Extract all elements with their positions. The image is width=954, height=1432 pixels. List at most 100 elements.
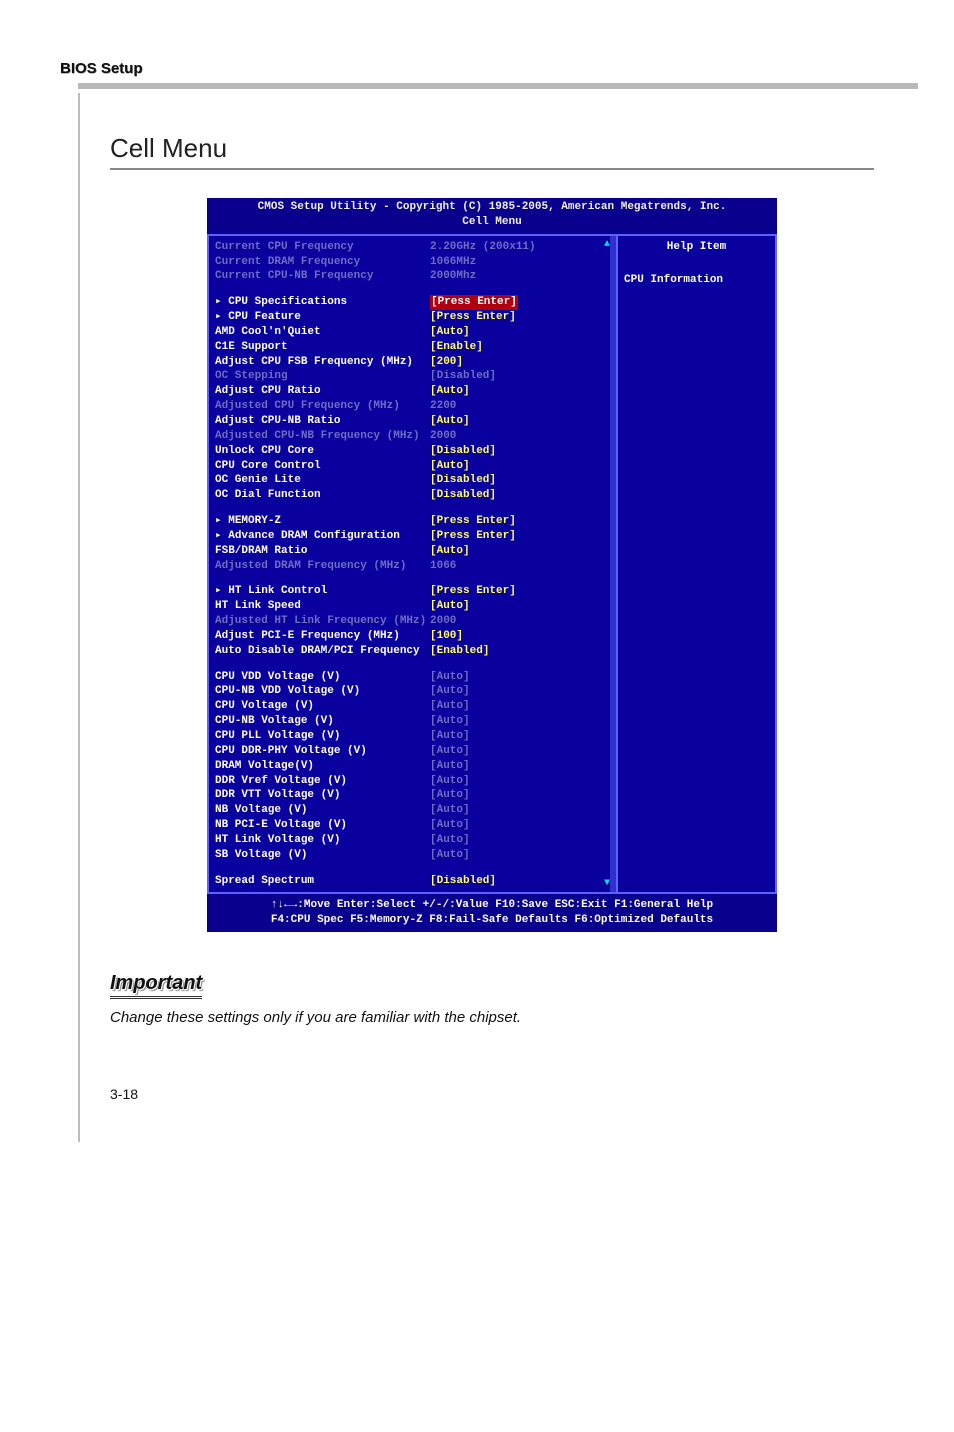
setting-value[interactable]: [Auto] — [430, 818, 470, 833]
setting-value[interactable]: [Press Enter] — [430, 584, 516, 599]
setting-value[interactable]: [Press Enter] — [430, 295, 518, 310]
setting-label: SB Voltage (V) — [215, 848, 430, 863]
setting-value[interactable]: [Enable] — [430, 340, 483, 355]
setting-row[interactable]: ▸ CPU Specifications[Press Enter] — [215, 295, 614, 310]
setting-row[interactable]: DDR VTT Voltage (V)[Auto] — [215, 788, 614, 803]
setting-value[interactable]: [Disabled] — [430, 444, 496, 459]
setting-value[interactable]: [Press Enter] — [430, 310, 516, 325]
setting-row[interactable]: FSB/DRAM Ratio[Auto] — [215, 544, 614, 559]
page-header: BIOS Setup — [60, 60, 904, 77]
setting-label: Adjust CPU-NB Ratio — [215, 414, 430, 429]
setting-row[interactable]: NB Voltage (V)[Auto] — [215, 803, 614, 818]
setting-value[interactable]: [Disabled] — [430, 488, 496, 503]
setting-value[interactable]: [Auto] — [430, 544, 470, 559]
setting-row[interactable]: ▸ Advance DRAM Configuration[Press Enter… — [215, 529, 614, 544]
setting-value[interactable]: [100] — [430, 629, 463, 644]
setting-row[interactable]: AMD Cool'n'Quiet[Auto] — [215, 325, 614, 340]
setting-value[interactable]: [Auto] — [430, 774, 470, 789]
setting-value[interactable]: [Auto] — [430, 833, 470, 848]
setting-label: AMD Cool'n'Quiet — [215, 325, 430, 340]
setting-label: ▸ MEMORY-Z — [215, 514, 430, 529]
scroll-up-icon[interactable]: ▲ — [604, 238, 610, 252]
setting-value[interactable]: [Enabled] — [430, 644, 489, 659]
setting-row[interactable]: Unlock CPU Core[Disabled] — [215, 444, 614, 459]
page-number: 3-18 — [110, 1086, 874, 1102]
setting-value[interactable]: [Auto] — [430, 599, 470, 614]
setting-row[interactable]: C1E Support[Enable] — [215, 340, 614, 355]
setting-row[interactable]: ▸ CPU Feature[Press Enter] — [215, 310, 614, 325]
scroll-down-icon[interactable]: ▼ — [604, 877, 610, 891]
setting-row: Adjusted CPU-NB Frequency (MHz)2000 — [215, 429, 614, 444]
setting-row[interactable]: OC Genie Lite[Disabled] — [215, 473, 614, 488]
setting-row: Current CPU-NB Frequency2000Mhz — [215, 269, 614, 284]
setting-label: OC Stepping — [215, 369, 430, 384]
setting-row[interactable]: Adjust CPU Ratio[Auto] — [215, 384, 614, 399]
setting-value[interactable]: [Auto] — [430, 670, 470, 685]
setting-row[interactable]: CPU Core Control[Auto] — [215, 459, 614, 474]
section-title: Cell Menu — [110, 133, 874, 164]
setting-label: Current CPU-NB Frequency — [215, 269, 430, 284]
setting-value[interactable]: [Auto] — [430, 788, 470, 803]
setting-row[interactable]: ▸ MEMORY-Z[Press Enter] — [215, 514, 614, 529]
setting-value[interactable]: [Auto] — [430, 803, 470, 818]
setting-label: NB PCI-E Voltage (V) — [215, 818, 430, 833]
setting-row[interactable]: Spread Spectrum[Disabled] — [215, 874, 614, 889]
setting-row[interactable]: ▸ HT Link Control[Press Enter] — [215, 584, 614, 599]
setting-value[interactable]: [Auto] — [430, 459, 470, 474]
setting-value[interactable]: [Auto] — [430, 384, 470, 399]
setting-row[interactable]: Adjust PCI-E Frequency (MHz)[100] — [215, 629, 614, 644]
setting-value[interactable]: [Disabled] — [430, 369, 496, 384]
setting-row[interactable]: HT Link Voltage (V)[Auto] — [215, 833, 614, 848]
setting-value[interactable]: [Disabled] — [430, 874, 496, 889]
setting-value[interactable]: [Press Enter] — [430, 529, 516, 544]
setting-value[interactable]: [Auto] — [430, 729, 470, 744]
setting-row[interactable]: HT Link Speed[Auto] — [215, 599, 614, 614]
setting-value[interactable]: [Disabled] — [430, 473, 496, 488]
setting-label: Adjusted HT Link Frequency (MHz) — [215, 614, 430, 629]
setting-row[interactable]: DRAM Voltage(V)[Auto] — [215, 759, 614, 774]
setting-label: ▸ HT Link Control — [215, 584, 430, 599]
setting-value: 2000Mhz — [430, 269, 476, 284]
setting-row[interactable]: Auto Disable DRAM/PCI Frequency[Enabled] — [215, 644, 614, 659]
setting-value[interactable]: [Auto] — [430, 714, 470, 729]
bios-settings-panel[interactable]: ▲ Current CPU Frequency2.20GHz (200x11)C… — [207, 234, 617, 895]
setting-row[interactable]: Adjust CPU FSB Frequency (MHz)[200] — [215, 355, 614, 370]
setting-row[interactable]: NB PCI-E Voltage (V)[Auto] — [215, 818, 614, 833]
important-heading: Important — [110, 972, 202, 999]
setting-row[interactable]: CPU-NB VDD Voltage (V)[Auto] — [215, 684, 614, 699]
setting-row[interactable]: CPU-NB Voltage (V)[Auto] — [215, 714, 614, 729]
setting-row[interactable]: CPU PLL Voltage (V)[Auto] — [215, 729, 614, 744]
setting-label: Adjust PCI-E Frequency (MHz) — [215, 629, 430, 644]
setting-row[interactable]: DDR Vref Voltage (V)[Auto] — [215, 774, 614, 789]
setting-row[interactable]: CPU VDD Voltage (V)[Auto] — [215, 670, 614, 685]
setting-value[interactable]: [Auto] — [430, 699, 470, 714]
setting-row[interactable]: Adjust CPU-NB Ratio[Auto] — [215, 414, 614, 429]
setting-value[interactable]: [Press Enter] — [430, 514, 516, 529]
setting-value: 2000 — [430, 429, 456, 444]
setting-value[interactable]: [Auto] — [430, 325, 470, 340]
setting-value: 2.20GHz (200x11) — [430, 240, 536, 255]
setting-label: Adjusted CPU-NB Frequency (MHz) — [215, 429, 430, 444]
setting-value[interactable]: [Auto] — [430, 414, 470, 429]
setting-row[interactable]: SB Voltage (V)[Auto] — [215, 848, 614, 863]
bios-footer-line2: F4:CPU Spec F5:Memory-Z F8:Fail-Safe Def… — [211, 913, 773, 928]
setting-row[interactable]: CPU Voltage (V)[Auto] — [215, 699, 614, 714]
setting-label: DDR VTT Voltage (V) — [215, 788, 430, 803]
setting-value: 2000 — [430, 614, 456, 629]
setting-value[interactable]: [Auto] — [430, 759, 470, 774]
setting-row[interactable]: OC Dial Function[Disabled] — [215, 488, 614, 503]
setting-label: CPU VDD Voltage (V) — [215, 670, 430, 685]
setting-value[interactable]: [Auto] — [430, 744, 470, 759]
setting-label: OC Dial Function — [215, 488, 430, 503]
setting-label: FSB/DRAM Ratio — [215, 544, 430, 559]
setting-row[interactable]: OC Stepping[Disabled] — [215, 369, 614, 384]
setting-row[interactable]: CPU DDR-PHY Voltage (V)[Auto] — [215, 744, 614, 759]
setting-value[interactable]: [Auto] — [430, 848, 470, 863]
setting-label: CPU Core Control — [215, 459, 430, 474]
setting-value[interactable]: [200] — [430, 355, 463, 370]
setting-value[interactable]: [Auto] — [430, 684, 470, 699]
setting-label: ▸ Advance DRAM Configuration — [215, 529, 430, 544]
setting-label: ▸ CPU Feature — [215, 310, 430, 325]
bios-window: CMOS Setup Utility - Copyright (C) 1985-… — [207, 198, 777, 932]
row-spacer — [215, 659, 614, 670]
